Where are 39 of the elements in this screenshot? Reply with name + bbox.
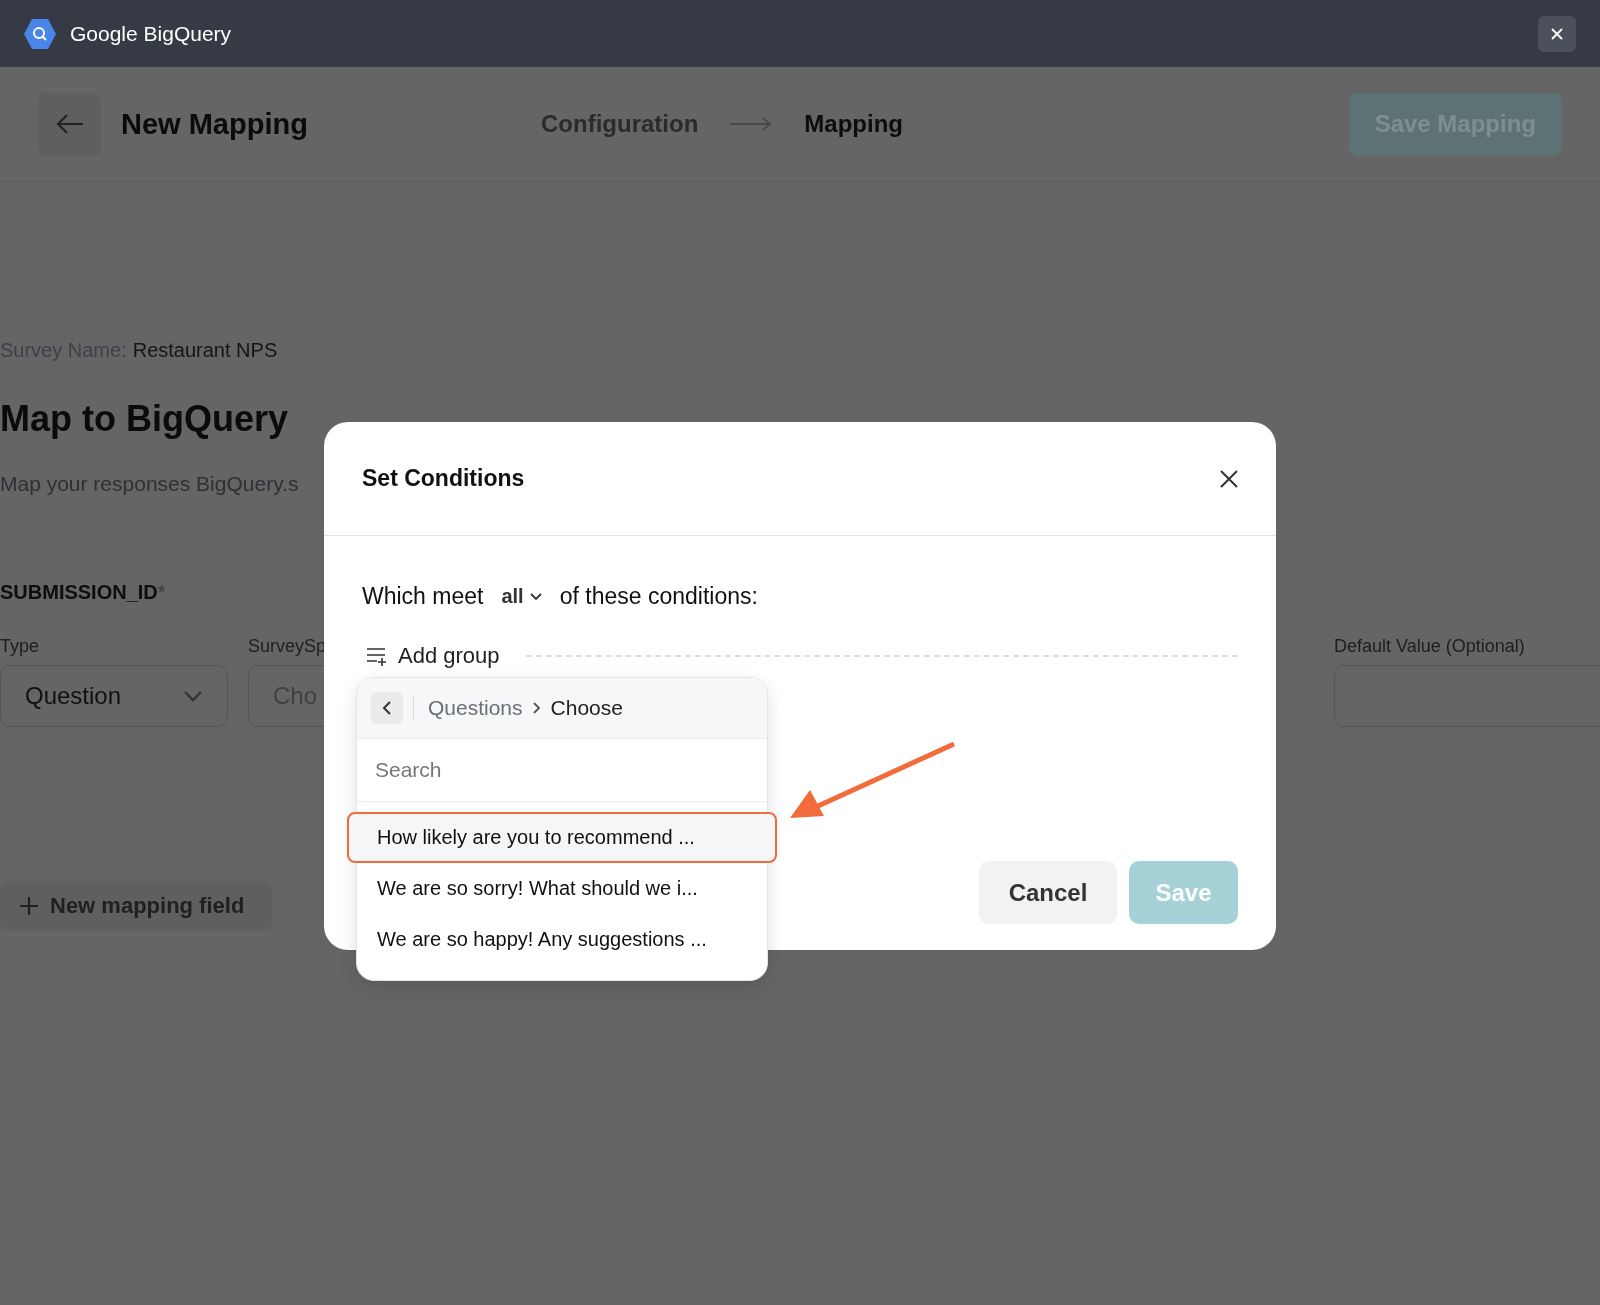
close-icon[interactable] [1220,469,1238,488]
survey-name: Restaurant NPS [132,339,278,362]
step-label[interactable]: Configuration [541,110,699,138]
search-field[interactable]: Search [357,739,767,802]
step-label[interactable]: Mapping [804,110,903,138]
condition-text: Which meet [362,583,484,610]
page-title: New Mapping [121,107,309,141]
question-option[interactable]: How likely are you to recommend ... [347,812,777,863]
section-description: Map your responses BigQuery.s [0,472,299,496]
question-option[interactable]: We are so sorry! What should we i... [347,863,777,914]
back-button[interactable] [371,692,403,724]
chevron-down-icon [529,592,542,601]
close-icon [1551,27,1563,40]
close-button[interactable] [1538,15,1576,52]
add-group-button[interactable]: Add group [362,643,500,669]
plus-icon [18,895,40,917]
field-name: SUBMISSION_ID [0,581,158,604]
breadcrumb-item[interactable]: Questions [428,696,523,720]
app-logo-icon [24,18,56,49]
new-mapping-field-button[interactable]: New mapping field [0,881,272,931]
field-label: Default Value (Optional) [1334,636,1525,657]
field-label: SurveySp [248,636,327,657]
dialog-title: Set Conditions [362,465,525,492]
cancel-button[interactable]: Cancel [979,861,1117,924]
field-label: Type [0,636,40,657]
question-option[interactable]: We are so happy! Any suggestions ... [347,914,777,965]
back-arrow-icon [54,113,85,135]
app-title: Google BigQuery [70,21,233,46]
chevron-left-icon [382,701,392,715]
arrow-icon [730,117,773,131]
condition-text: of these conditions: [559,583,758,610]
chevron-down-icon [183,690,203,702]
section-heading: Map to BigQuery [0,398,289,440]
match-dropdown[interactable]: all [501,585,542,608]
list-add-icon [366,646,388,666]
type-select[interactable]: Question [0,665,228,727]
required-mark: * [157,581,166,604]
chevron-icon [532,702,541,714]
breadcrumb-item: Choose [550,696,623,720]
